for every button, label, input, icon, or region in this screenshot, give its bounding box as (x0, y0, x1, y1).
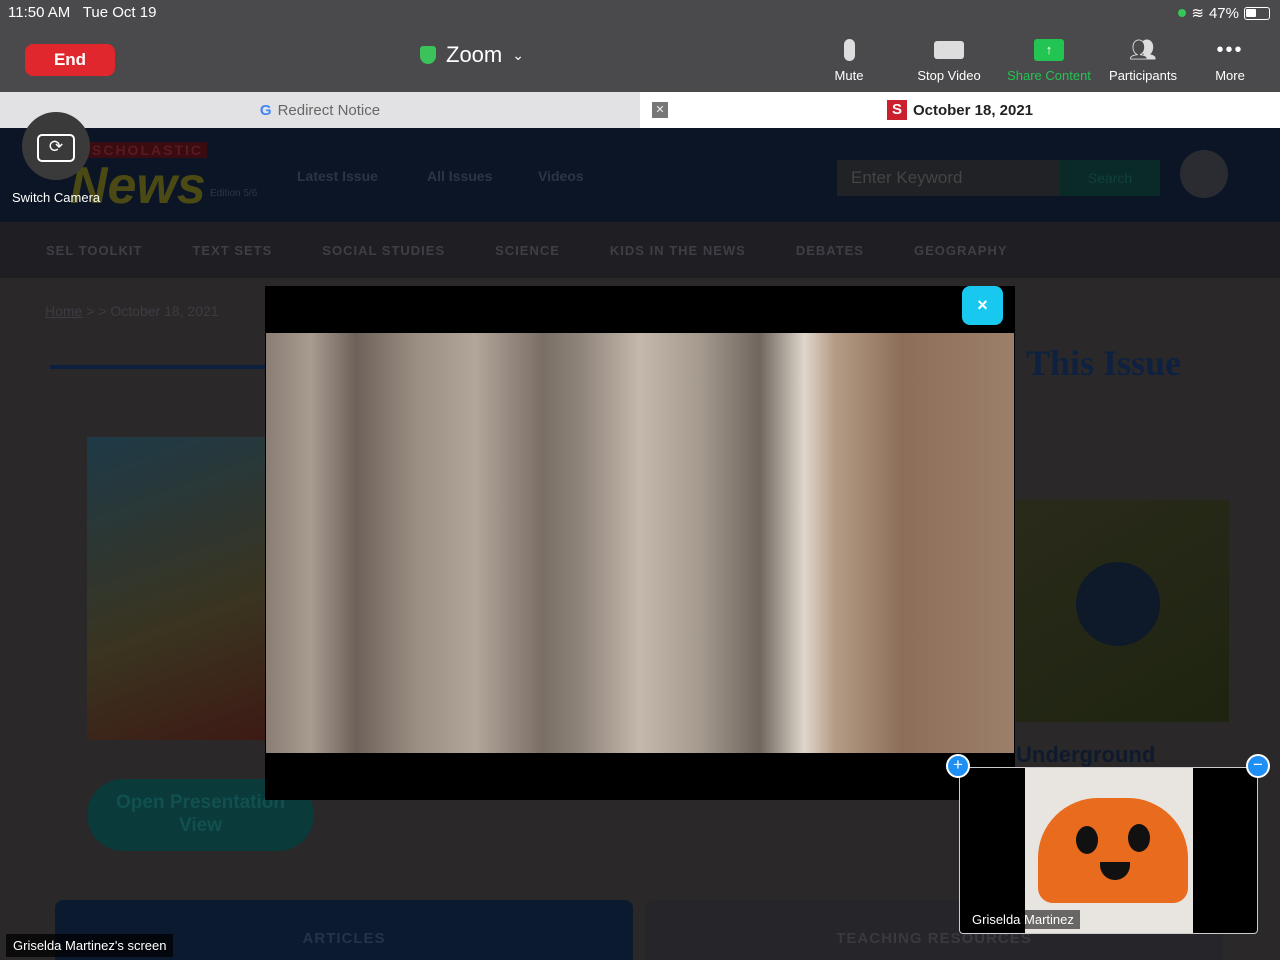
search-input[interactable]: Enter Keyword (837, 160, 1060, 196)
end-button[interactable]: End (25, 44, 115, 76)
magazine-cover[interactable] (87, 437, 265, 740)
battery-percent: 47% (1208, 4, 1239, 22)
expand-pip-button[interactable]: + (946, 754, 970, 778)
scholastic-icon: S (886, 100, 907, 120)
mute-label: Mute (834, 68, 864, 83)
participants-label: Participants (1109, 68, 1177, 83)
participants-button[interactable]: 👥︎ Participants (1098, 36, 1188, 83)
this-issue-heading: This Issue (1026, 343, 1182, 383)
video-thumbnail[interactable] (1016, 500, 1229, 722)
meeting-title[interactable]: Zoom ⌄ (420, 42, 524, 68)
nav-videos[interactable]: Videos (538, 168, 584, 184)
article-title[interactable]: Underground (1016, 742, 1155, 768)
close-tab-icon[interactable]: ✕ (652, 102, 668, 118)
video-camera-icon (934, 41, 964, 59)
nav-all-issues[interactable]: All Issues (427, 168, 492, 184)
chevron-down-icon: ⌄ (512, 46, 524, 63)
more-button[interactable]: ••• More (1185, 36, 1275, 84)
search-button[interactable]: Search (1060, 160, 1160, 196)
stop-video-button[interactable]: Stop Video (904, 36, 994, 83)
tab-label: October 18, 2021 (912, 101, 1034, 119)
menu-science[interactable]: SCIENCE (495, 243, 560, 258)
shield-icon (420, 46, 436, 64)
menu-social-studies[interactable]: SOCIAL STUDIES (322, 243, 445, 258)
tab-redirect-notice[interactable]: G Redirect Notice ✕ (0, 92, 668, 128)
stop-video-label: Stop Video (917, 68, 981, 83)
browser-tabs: G Redirect Notice ✕ S October 18, 2021 (0, 92, 1280, 128)
logo: News (70, 157, 206, 215)
share-icon: ↑ (1034, 39, 1064, 61)
more-icon: ••• (1216, 38, 1244, 61)
menu-debates[interactable]: DEBATES (796, 243, 864, 258)
camera-indicator-icon (1178, 9, 1187, 17)
camera-switch-icon: ⟳ (37, 134, 75, 162)
wifi-icon: ≋ (1191, 5, 1204, 22)
switch-camera-button[interactable]: ⟳ (22, 112, 90, 180)
close-modal-button[interactable]: × (962, 286, 1003, 325)
menu-geography[interactable]: GEOGRAPHY (914, 243, 1008, 258)
play-icon[interactable] (1076, 562, 1160, 646)
switch-camera-label: Switch Camera (12, 190, 101, 205)
account-icon[interactable] (1180, 150, 1228, 198)
mute-button[interactable]: Mute (804, 36, 894, 83)
meeting-title-text: Zoom (446, 42, 503, 67)
participant-video-thumbnail[interactable]: Griselda Martinez (959, 767, 1258, 934)
zoom-toolbar: 11:50 AM Tue Oct 19 ≋ 47% End Zoom ⌄ Mut… (0, 0, 1280, 92)
microphone-icon (843, 39, 855, 61)
divider (50, 365, 265, 369)
tab-label: Redirect Notice (277, 101, 381, 119)
battery-icon (1244, 6, 1270, 20)
participants-icon: 👥︎ (1129, 37, 1157, 62)
share-content-button[interactable]: ↑ Share Content (1004, 36, 1094, 83)
site-menu: SEL TOOLKIT TEXT SETS SOCIAL STUDIES SCI… (0, 222, 1280, 278)
more-label: More (1215, 68, 1245, 83)
status-icons: ≋ 47% (1178, 4, 1270, 22)
menu-text-sets[interactable]: TEXT SETS (192, 243, 272, 258)
tab-october-18[interactable]: S October 18, 2021 (640, 92, 1280, 128)
site-header: SCHOLASTIC News Edition 5/6 Latest Issue… (0, 128, 1280, 222)
nav-latest-issue[interactable]: Latest Issue (297, 168, 378, 184)
menu-kids-in-the-news[interactable]: KIDS IN THE NEWS (610, 243, 746, 258)
breadcrumb: Home > > October 18, 2021 (45, 303, 219, 319)
status-time: 11:50 AM Tue Oct 19 (8, 4, 157, 21)
video-player[interactable] (266, 333, 1014, 753)
google-icon: G (259, 101, 272, 119)
pumpkin-drawing (1038, 798, 1188, 903)
screen-share-label: Griselda Martinez's screen (6, 934, 174, 957)
participant-name: Griselda Martinez (966, 910, 1080, 929)
share-content-label: Share Content (1007, 68, 1091, 83)
breadcrumb-home[interactable]: Home (45, 303, 82, 319)
menu-sel-toolkit[interactable]: SEL TOOLKIT (46, 243, 142, 258)
minimize-pip-button[interactable]: − (1246, 754, 1270, 778)
edition: Edition 5/6 (210, 188, 258, 199)
breadcrumb-current: > > October 18, 2021 (86, 303, 219, 319)
